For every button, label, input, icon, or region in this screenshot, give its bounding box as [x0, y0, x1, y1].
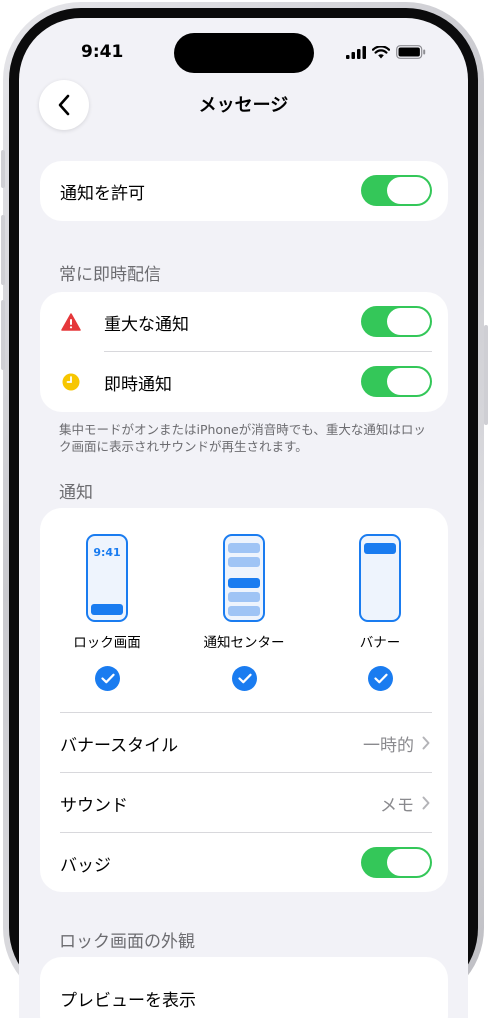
banner-preview[interactable]	[359, 534, 401, 622]
battery-icon	[396, 45, 426, 59]
immediate-card: 重大な通知 即時通知	[40, 292, 448, 412]
dynamic-island	[174, 33, 314, 73]
clock-icon	[62, 373, 80, 391]
banner-style-value-wrap: 一時的	[363, 731, 430, 756]
sound-value-wrap: メモ	[380, 791, 430, 816]
page-title: メッセージ	[198, 95, 289, 116]
status-icons	[346, 45, 426, 59]
lock-screen-preview-time: 9:41	[93, 546, 121, 559]
time-sensitive-toggle[interactable]	[361, 366, 432, 397]
volume-down-button	[1, 300, 5, 370]
allow-notifications-row: 通知を許可	[40, 161, 448, 221]
checkmark-icon	[237, 673, 252, 684]
lock-screen-notification-bar	[91, 604, 123, 615]
notification-center-checkmark[interactable]	[232, 666, 257, 691]
sound-label: サウンド	[60, 795, 128, 816]
nc-bar	[228, 606, 260, 616]
warning-triangle-icon	[61, 313, 81, 331]
lock-screen-checkmark[interactable]	[95, 666, 120, 691]
power-button	[484, 325, 488, 425]
critical-alerts-row: 重大な通知	[40, 292, 448, 352]
notifications-header: 通知	[59, 483, 93, 503]
nc-bar	[228, 592, 260, 602]
chevron-right-icon	[422, 796, 430, 810]
allow-notifications-label: 通知を許可	[60, 183, 145, 204]
chevron-right-icon	[422, 736, 430, 750]
critical-alerts-toggle[interactable]	[361, 306, 432, 337]
notifications-card: 9:41 ロック画面 通知センター バナー バナースタイル 一時的 サウンド メ…	[40, 508, 448, 892]
wifi-icon	[372, 45, 390, 58]
immediate-footnote: 集中モードがオンまたはiPhoneが消音時でも、重大な通知はロック画面に表示され…	[59, 422, 426, 454]
badges-label: バッジ	[60, 855, 111, 876]
time-sensitive-label: 即時通知	[104, 374, 172, 395]
banner-style-label: バナースタイル	[60, 735, 179, 756]
nc-bar	[228, 557, 260, 567]
critical-alerts-label: 重大な通知	[104, 314, 189, 335]
banner-style-value: 一時的	[363, 735, 414, 756]
immediate-delivery-header: 常に即時配信	[59, 265, 161, 285]
show-previews-row[interactable]: プレビューを表示	[40, 957, 448, 1017]
lock-screen-preview[interactable]: 9:41	[86, 534, 128, 622]
banner-label: バナー	[359, 635, 401, 651]
action-button	[1, 150, 5, 188]
lock-screen-label: ロック画面	[73, 635, 141, 651]
nc-bar-highlight	[228, 578, 260, 588]
nc-bar	[228, 543, 260, 553]
screen: 9:41 メッセージ 通知を許可 常に即時配信 重大な通知 即時通知 集中モード…	[19, 18, 468, 1018]
banner-style-row[interactable]: バナースタイル 一時的	[40, 713, 448, 773]
lock-screen-appearance-card: プレビューを表示	[40, 957, 448, 1018]
sound-row[interactable]: サウンド メモ	[40, 773, 448, 833]
time-sensitive-row: 即時通知	[40, 352, 448, 412]
badges-row: バッジ	[40, 833, 448, 893]
lock-screen-appearance-header: ロック画面の外観	[59, 932, 195, 952]
sound-value: メモ	[380, 795, 414, 816]
volume-up-button	[1, 215, 5, 285]
notification-center-label: 通知センター	[203, 635, 285, 651]
notification-center-preview[interactable]	[223, 534, 265, 622]
badges-toggle[interactable]	[361, 847, 432, 878]
cellular-signal-icon	[346, 45, 366, 59]
allow-notifications-toggle[interactable]	[361, 175, 432, 206]
allow-card: 通知を許可	[40, 161, 448, 221]
status-time: 9:41	[81, 42, 124, 62]
banner-checkmark[interactable]	[368, 666, 393, 691]
checkmark-icon	[373, 673, 388, 684]
banner-bar	[364, 543, 396, 554]
show-previews-label: プレビューを表示	[60, 990, 196, 1011]
checkmark-icon	[100, 673, 115, 684]
